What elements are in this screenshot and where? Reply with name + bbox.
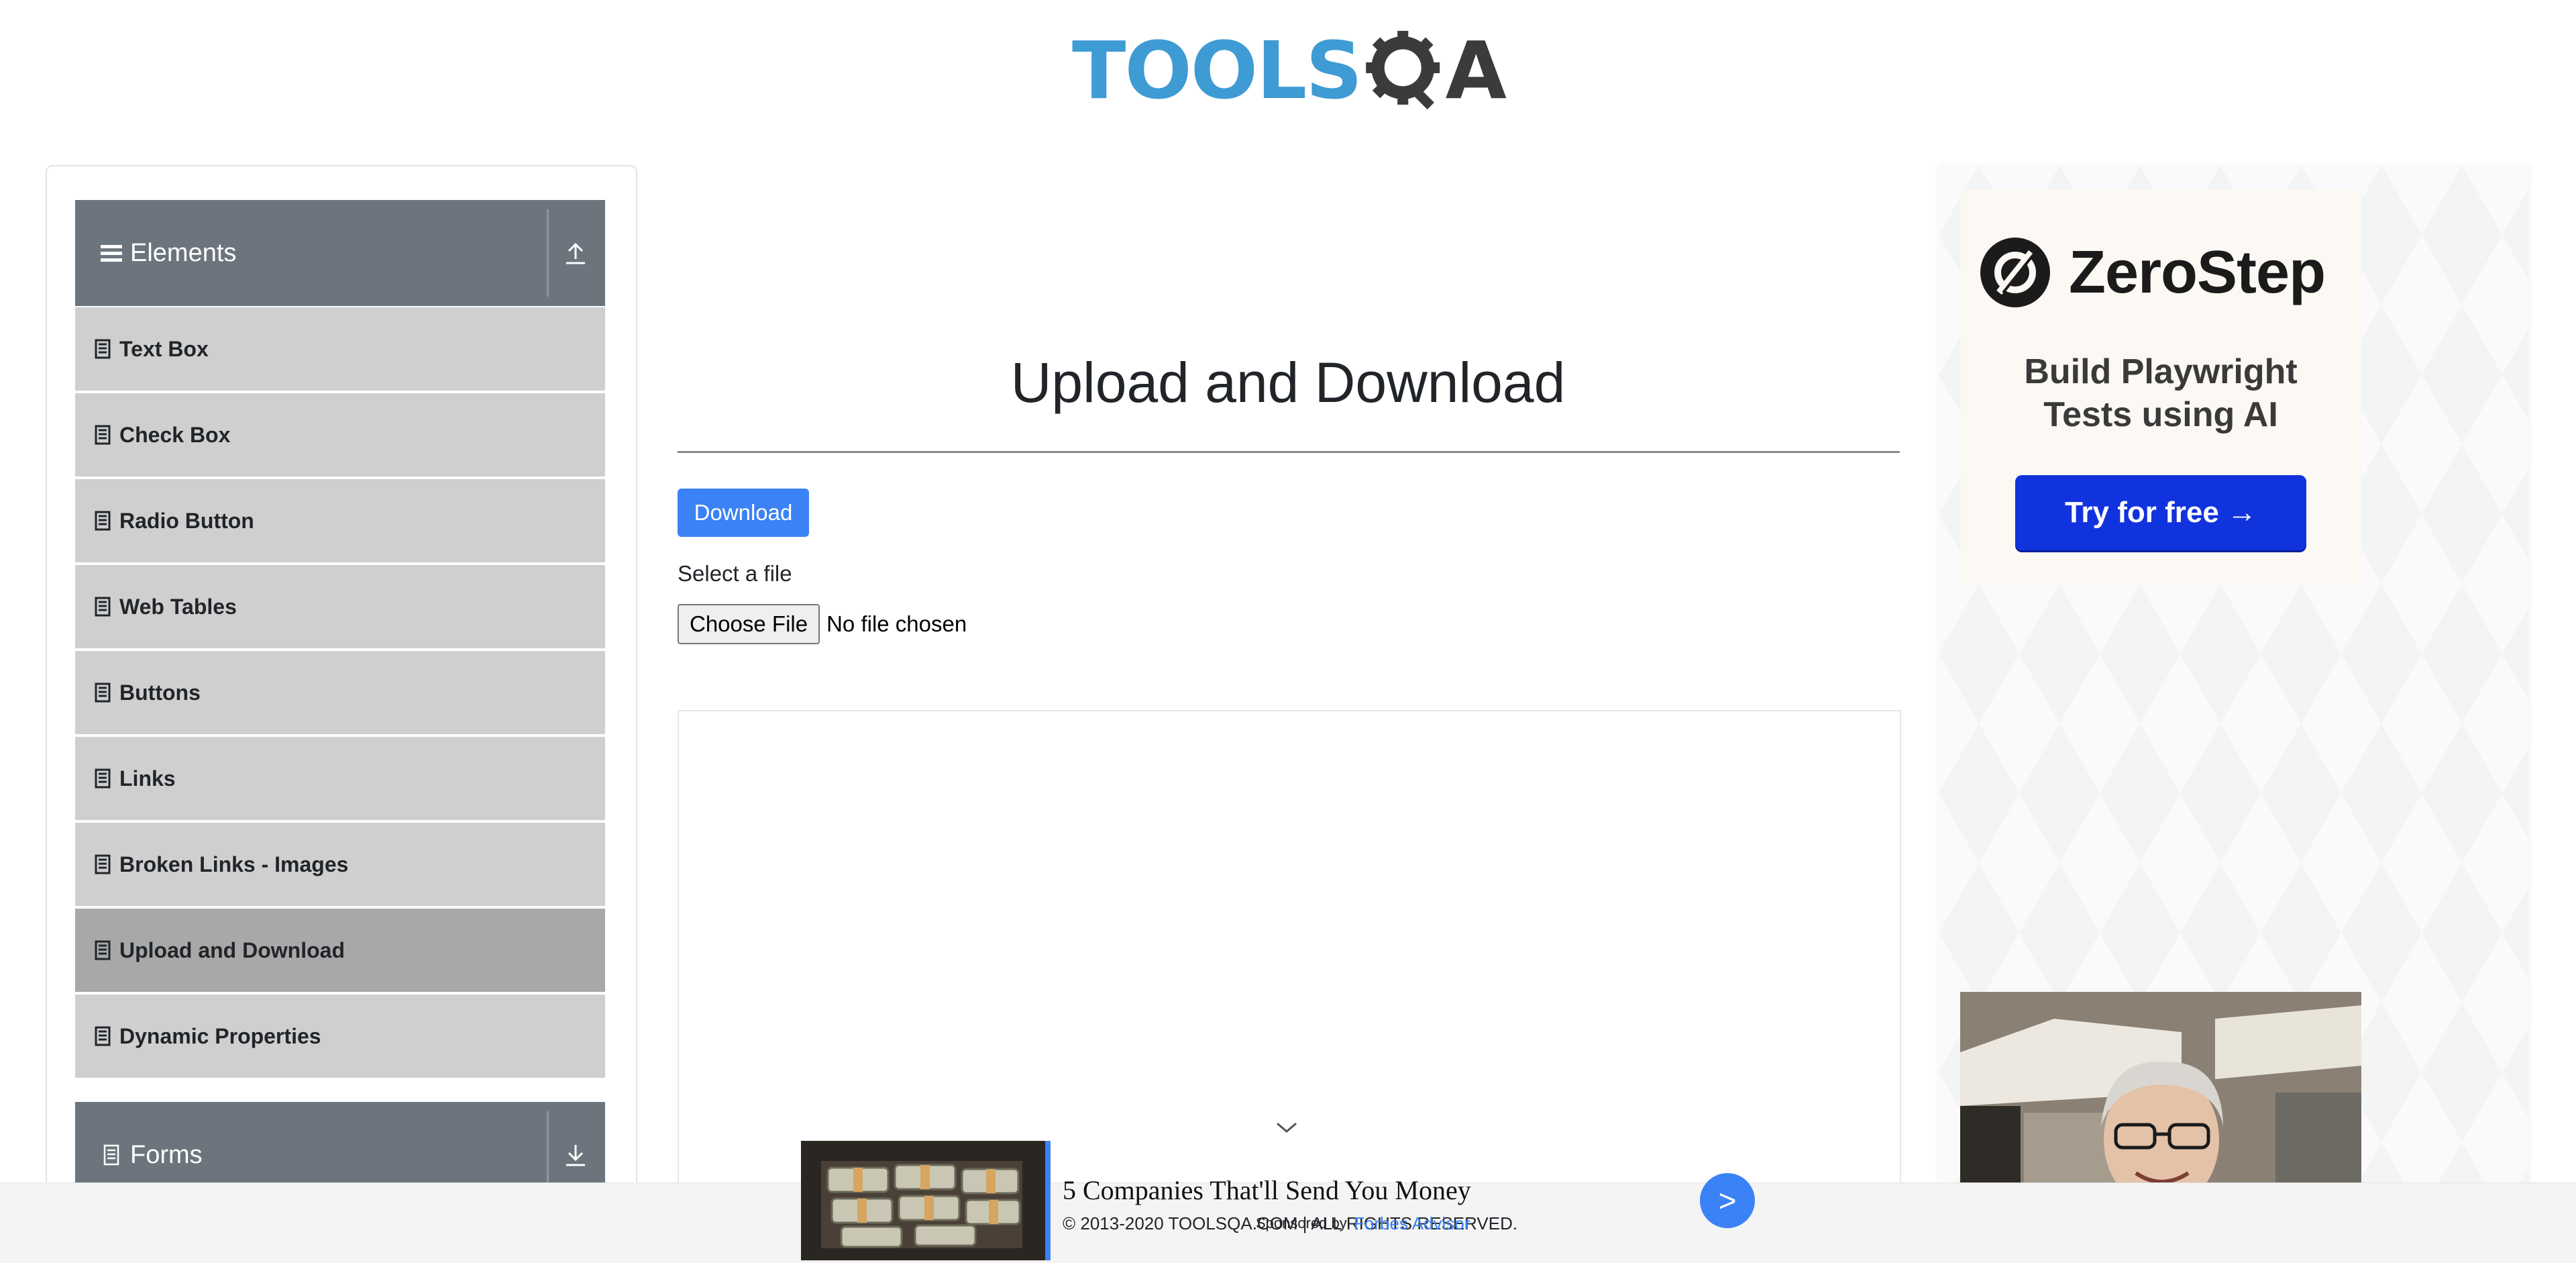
title-divider (678, 451, 1900, 453)
group-label-elements: Elements (130, 238, 237, 267)
file-input[interactable]: Choose File No file chosen (678, 604, 967, 644)
logo-text-a: A (1445, 24, 1507, 117)
collapse-up-icon[interactable] (557, 234, 594, 271)
bottom-ad-headline[interactable]: 5 Companies That'll Send You Money (1063, 1174, 1471, 1206)
file-status-text: No file chosen (826, 611, 967, 636)
money-ad-image[interactable] (801, 1141, 1051, 1260)
header-divider (547, 209, 549, 297)
toolsqa-logo[interactable]: TOOLS A (1072, 20, 1507, 121)
menu-item-label: Check Box (119, 422, 231, 447)
menu-item-label: Buttons (119, 680, 201, 705)
file-icon (95, 768, 111, 789)
zerostep-ad[interactable]: ZeroStep Build Playwright Tests using AI… (1960, 189, 2361, 587)
menu-item-label: Text Box (119, 336, 209, 361)
menu-item-dynamic-properties[interactable]: Dynamic Properties (75, 995, 605, 1080)
menu-item-broken-links-images[interactable]: Broken Links - Images (75, 823, 605, 909)
zerostep-logo-icon (1980, 238, 2050, 307)
menu-item-buttons[interactable]: Buttons (75, 651, 605, 737)
money-photo (801, 1141, 1045, 1260)
menu-item-text-box[interactable]: Text Box (75, 307, 605, 393)
try-for-free-button[interactable]: Try for free → (2015, 475, 2306, 550)
zerostep-tagline-line2: Tests using AI (2043, 395, 2278, 434)
menu-item-label: Dynamic Properties (119, 1023, 321, 1048)
menu-item-label: Links (119, 766, 176, 791)
select-file-label: Select a file (678, 561, 792, 586)
menu-item-check-box[interactable]: Check Box (75, 393, 605, 479)
file-icon (95, 854, 111, 874)
menu-item-upload-and-download[interactable]: Upload and Download (75, 909, 605, 995)
group-label-forms: Forms (130, 1140, 203, 1169)
menu-item-radio-button[interactable]: Radio Button (75, 479, 605, 565)
page: TOOLS A Elements Text Box Check Box Radi… (0, 0, 2576, 1263)
elements-menu-list: Text Box Check Box Radio Button Web Tabl… (75, 307, 605, 1080)
download-button[interactable]: Download (678, 489, 809, 537)
choose-file-button[interactable]: Choose File (678, 604, 820, 644)
file-icon (95, 940, 111, 960)
zerostep-brand-name: ZeroStep (2069, 238, 2326, 306)
ad-next-button[interactable]: > (1700, 1173, 1755, 1228)
sponsored-label: Sponsored by (1256, 1215, 1347, 1231)
logo-text: TOOLS (1072, 24, 1362, 117)
file-icon (95, 1026, 111, 1046)
hamburger-icon (101, 245, 122, 262)
menu-item-web-tables[interactable]: Web Tables (75, 565, 605, 651)
file-icon (95, 425, 111, 445)
zerostep-brand: ZeroStep (1979, 236, 2326, 309)
left-sidebar: Elements Text Box Check Box Radio Button (46, 165, 637, 1263)
chevron-down-icon[interactable] (1275, 1119, 1299, 1135)
group-header-elements[interactable]: Elements (75, 200, 605, 306)
menu-item-links[interactable]: Links (75, 737, 605, 823)
menu-item-label: Broken Links - Images (119, 852, 349, 876)
sponsor-link[interactable]: Forbes Advisor (1354, 1213, 1470, 1234)
file-icon (95, 597, 111, 617)
zerostep-tagline: Build Playwright Tests using AI (1960, 350, 2361, 436)
expand-down-icon[interactable] (557, 1135, 594, 1173)
menu-item-label: Radio Button (119, 508, 254, 533)
file-icon (95, 511, 111, 531)
menu-item-label: Web Tables (119, 594, 237, 619)
document-icon (103, 1144, 119, 1166)
menu-item-label: Upload and Download (119, 938, 345, 962)
page-title: Upload and Download (1010, 351, 1566, 414)
file-icon (95, 339, 111, 359)
zerostep-tagline-line1: Build Playwright (2024, 352, 2298, 391)
file-icon (95, 683, 111, 703)
gear-magnifier-icon (1366, 30, 1440, 110)
